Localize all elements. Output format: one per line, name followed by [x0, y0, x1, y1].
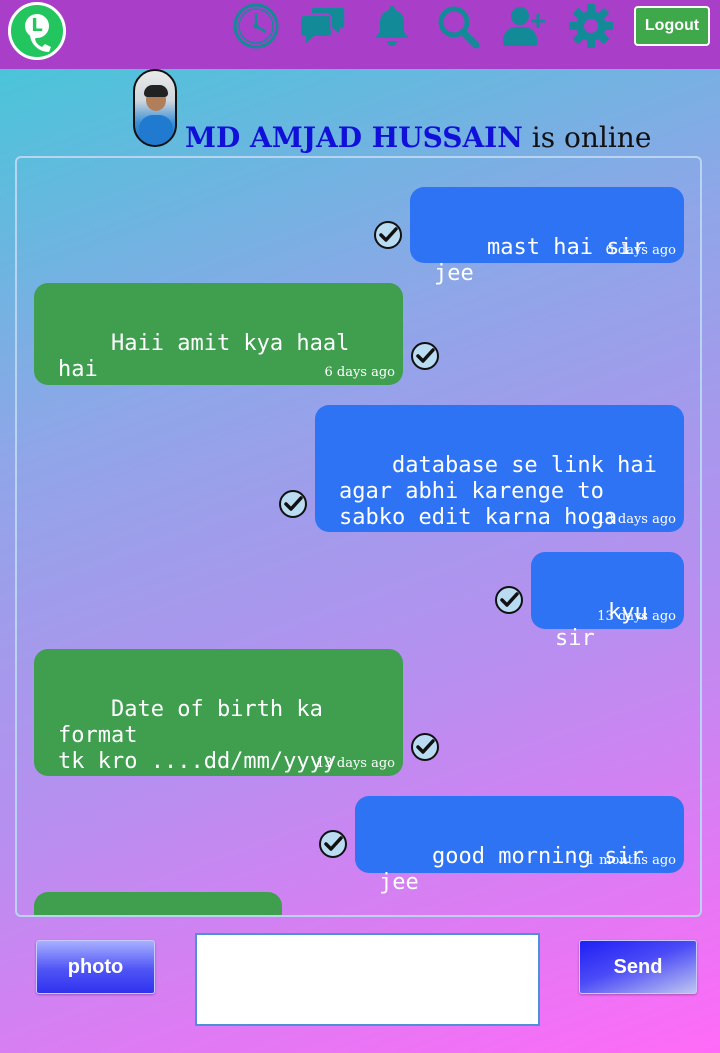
- message-bubble-sent: mast hai sir jee 6 days ago: [410, 187, 684, 286]
- message-time: 13 days ago: [597, 609, 676, 624]
- online-status: is online: [531, 121, 652, 154]
- send-button[interactable]: Send: [579, 940, 697, 994]
- read-check-icon: [411, 733, 439, 761]
- contact-avatar[interactable]: [133, 69, 177, 147]
- phone-icon: [30, 32, 51, 52]
- chat-messages-panel[interactable]: mast hai sir jee 6 days ago Haii amit ky…: [15, 156, 702, 917]
- message-bubble-sent: database se link hai agar abhi karenge t…: [315, 405, 684, 532]
- chat-bubbles-icon[interactable]: [300, 2, 348, 50]
- message-bubble-received: [34, 892, 282, 915]
- clock-icon[interactable]: [232, 2, 280, 50]
- contact-name: MD AMJAD HUSSAIN: [185, 121, 523, 154]
- app-logo[interactable]: L: [8, 2, 66, 60]
- read-check-icon: [374, 221, 402, 249]
- message-input[interactable]: [195, 933, 540, 1026]
- message-time: 1 months ago: [586, 853, 676, 868]
- read-check-icon: [495, 586, 523, 614]
- search-icon[interactable]: [434, 2, 482, 50]
- message-text: Date of birth ka format tk kro ....dd/mm…: [58, 697, 337, 774]
- read-check-icon: [411, 342, 439, 370]
- read-check-icon: [279, 490, 307, 518]
- message-bubble-sent: kyu sir 13 days ago: [531, 552, 684, 651]
- message-time: 13 days ago: [316, 756, 395, 771]
- bell-icon[interactable]: [368, 2, 416, 50]
- contact-status-line: MD AMJAD HUSSAIN is online: [185, 118, 651, 158]
- message-text: Haii amit kya haal hai: [58, 331, 363, 382]
- message-bubble-received: Haii amit kya haal hai 6 days ago: [34, 283, 403, 385]
- gear-icon[interactable]: [567, 2, 615, 50]
- message-time: 6 days ago: [605, 243, 676, 258]
- photo-button[interactable]: photo: [36, 940, 155, 994]
- message-bubble-received: Date of birth ka format tk kro ....dd/mm…: [34, 649, 403, 776]
- add-user-icon[interactable]: [500, 2, 548, 50]
- message-text: kyu sir: [555, 600, 661, 651]
- read-check-icon: [319, 830, 347, 858]
- message-time: 13 days ago: [597, 512, 676, 527]
- message-text: good morning sir jee: [379, 844, 658, 895]
- message-time: 6 days ago: [324, 365, 395, 380]
- logout-button[interactable]: Logout: [634, 6, 710, 46]
- top-nav-bar: L Logout: [0, 0, 720, 69]
- message-bubble-sent: good morning sir jee 1 months ago: [355, 796, 684, 895]
